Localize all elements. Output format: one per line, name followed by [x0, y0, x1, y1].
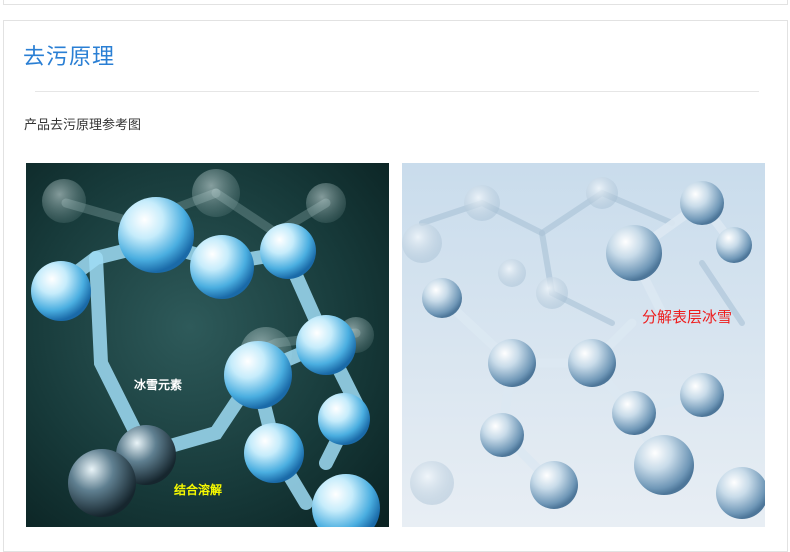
molecule-illustration-dark: 冰雪元素 结合溶解	[26, 163, 389, 527]
figure-caption: 产品去污原理参考图	[24, 118, 142, 133]
label-decompose-ice: 分解表层冰雪	[642, 308, 733, 326]
molecule-illustration-light: 分解表层冰雪	[402, 163, 765, 527]
section-title: 去污原理	[23, 45, 116, 70]
molecule-graphic	[402, 163, 765, 527]
previous-panel-edge	[3, 0, 788, 5]
label-combine-dissolve: 结合溶解	[174, 483, 223, 497]
label-ice-element: 冰雪元素	[134, 378, 183, 392]
divider	[35, 91, 759, 92]
molecule-graphic	[26, 163, 389, 527]
principle-panel: 去污原理 产品去污原理参考图 冰雪元素 结合溶解 分解表层冰雪	[3, 20, 788, 552]
